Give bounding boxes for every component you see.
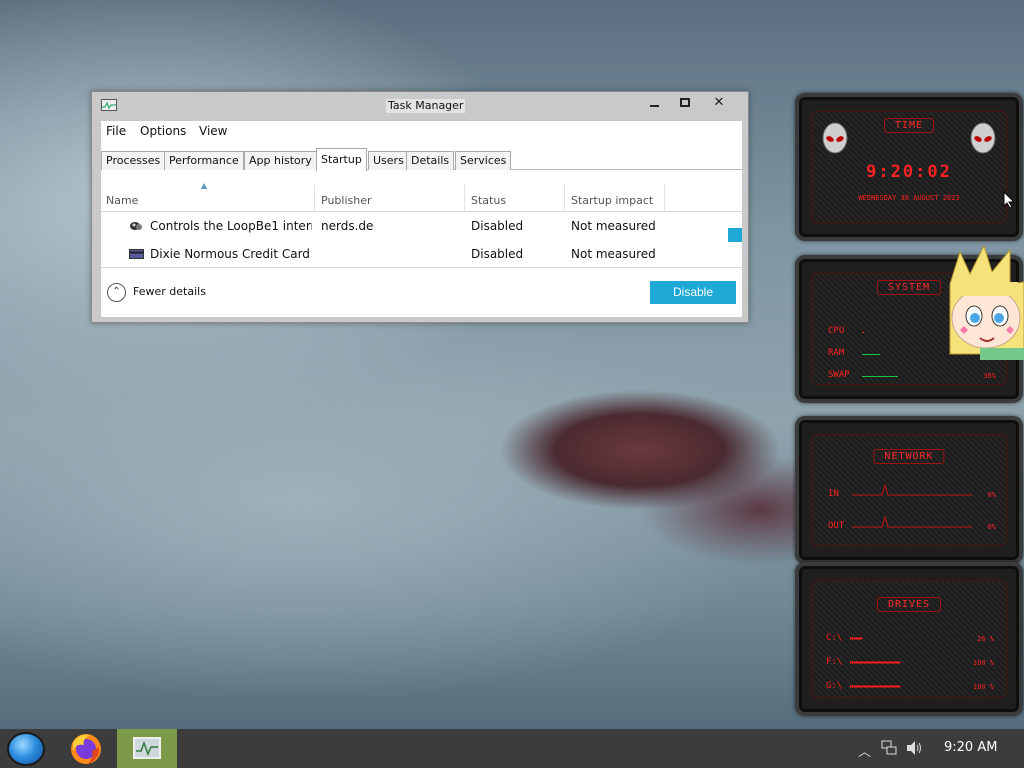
- firefox-icon: [71, 734, 101, 764]
- tab-processes[interactable]: Processes: [101, 151, 166, 170]
- menu-options[interactable]: Options: [140, 124, 186, 138]
- network-in-value: 0%: [987, 491, 996, 499]
- fewer-details-link[interactable]: Fewer details: [133, 285, 206, 298]
- minimize-button[interactable]: [640, 92, 670, 114]
- network-out-graph: [852, 515, 972, 528]
- drive-usage-bar: ▸▸▸▸▸▸▸▸▸▸▸▸▸▸▸▸▸▸▸▸▸▸▸▸▸: [850, 659, 901, 665]
- chevron-up-icon[interactable]: ⌃: [107, 283, 126, 302]
- alien-head-icon: [820, 122, 850, 156]
- network-widget: NETWORK IN 0% OUT 0%: [795, 416, 1023, 564]
- time-widget: TIME 9:20:02 WEDNESDAY 30 AUGUST 2023: [795, 93, 1023, 241]
- credit-card-icon: [129, 249, 144, 259]
- window-title: Task Manager: [386, 99, 466, 113]
- alien-head-icon: [968, 122, 998, 156]
- row-name: Controls the LoopBe1 intern...: [150, 219, 312, 233]
- column-publisher[interactable]: Publisher: [321, 194, 372, 207]
- row-impact: Not measured: [571, 219, 656, 233]
- swap-value: 36%: [983, 372, 996, 380]
- tab-app-history[interactable]: App history: [244, 151, 317, 170]
- widget-title: TIME: [883, 118, 935, 133]
- footer-bar: ⌃ Fewer details Disable: [101, 267, 742, 317]
- row-name: Dixie Normous Credit Card S...: [150, 247, 312, 261]
- drive-value: 100 %: [972, 683, 994, 691]
- widget-title: SYSTEM: [876, 280, 942, 295]
- menu-view[interactable]: View: [199, 124, 227, 138]
- date-readout: WEDNESDAY 30 AUGUST 2023: [858, 194, 960, 202]
- clock-readout: 9:20:02: [866, 162, 952, 182]
- close-button[interactable]: ✕: [704, 92, 734, 114]
- drive-label: C:\: [826, 633, 843, 643]
- widget-title: DRIVES: [876, 597, 942, 612]
- row-publisher: nerds.de: [321, 219, 374, 233]
- chevron-up-icon[interactable]: ︿: [858, 741, 871, 760]
- close-icon: ✕: [713, 95, 725, 110]
- ram-meter: [862, 354, 880, 355]
- cartoon-girl-sticker: [949, 244, 1024, 360]
- mouse-cursor-icon: [1003, 191, 1015, 209]
- tab-users[interactable]: Users: [368, 151, 409, 170]
- table-row[interactable]: Controls the LoopBe1 intern... nerds.de …: [101, 213, 742, 240]
- maximize-button[interactable]: [670, 92, 700, 114]
- tab-details[interactable]: Details: [406, 151, 455, 170]
- row-status: Disabled: [471, 219, 524, 233]
- column-status[interactable]: Status: [471, 194, 506, 207]
- column-header: ▲ Name Publisher Status Startup impact: [101, 178, 742, 212]
- firefox-button[interactable]: [64, 729, 108, 768]
- disable-button[interactable]: Disable: [650, 281, 736, 304]
- widget-panel: NETWORK IN 0% OUT 0%: [811, 434, 1007, 546]
- row-impact: Not measured: [571, 247, 656, 261]
- column-name[interactable]: Name: [106, 194, 138, 207]
- client-area: File Options View Processes Performance …: [101, 121, 742, 317]
- minimize-icon: [650, 105, 659, 107]
- cpu-meter: [862, 332, 864, 333]
- menu-bar: File Options View: [101, 121, 742, 143]
- column-divider[interactable]: [464, 185, 465, 212]
- widget-panel: DRIVES C:\ ▸▸▸▸▸▸ 26 % F:\ ▸▸▸▸▸▸▸▸▸▸▸▸▸…: [811, 580, 1007, 698]
- start-orb-icon[interactable]: [7, 732, 45, 766]
- tab-strip: Processes Performance App history Startu…: [101, 148, 742, 171]
- tab-services[interactable]: Services: [455, 151, 512, 170]
- drive-label: F:\: [826, 657, 843, 667]
- drive-usage-bar: ▸▸▸▸▸▸: [850, 635, 863, 641]
- task-manager-taskbar-button[interactable]: [117, 729, 177, 768]
- cpu-label: CPU: [828, 326, 845, 336]
- widget-panel: TIME 9:20:02 WEDNESDAY 30 AUGUST 2023: [811, 111, 1007, 223]
- network-in-label: IN: [828, 489, 839, 499]
- swap-label: SWAP: [828, 370, 850, 380]
- widget-title: NETWORK: [873, 449, 945, 464]
- drive-value: 100 %: [972, 659, 994, 667]
- sort-ascending-icon: ▲: [201, 181, 208, 190]
- column-divider[interactable]: [314, 185, 315, 212]
- drive-label: G:\: [826, 681, 843, 691]
- menu-file[interactable]: File: [106, 124, 126, 138]
- drives-widget: DRIVES C:\ ▸▸▸▸▸▸ 26 % F:\ ▸▸▸▸▸▸▸▸▸▸▸▸▸…: [795, 562, 1023, 716]
- title-bar[interactable]: Task Manager ✕: [92, 92, 748, 120]
- drive-value: 26 %: [977, 635, 994, 643]
- drive-usage-bar: ▸▸▸▸▸▸▸▸▸▸▸▸▸▸▸▸▸▸▸▸▸▸▸▸▸: [850, 683, 901, 689]
- swap-meter: [862, 376, 898, 377]
- tab-startup[interactable]: Startup: [316, 148, 367, 171]
- network-out-value: 0%: [987, 523, 996, 531]
- network-out-label: OUT: [828, 521, 845, 531]
- ram-label: RAM: [828, 348, 845, 358]
- task-manager-icon: [133, 737, 161, 759]
- taskbar: ︿ 9:20 AM: [0, 729, 1024, 768]
- network-in-graph: [852, 483, 972, 496]
- row-status: Disabled: [471, 247, 524, 261]
- maximize-icon: [680, 98, 690, 107]
- volume-icon[interactable]: [905, 740, 923, 756]
- network-icon[interactable]: [880, 740, 898, 756]
- task-manager-icon: [101, 99, 117, 111]
- tab-performance[interactable]: Performance: [164, 151, 244, 170]
- column-divider[interactable]: [564, 185, 565, 212]
- task-manager-window: Task Manager ✕ File Options View Process…: [91, 91, 749, 323]
- scrollbar-thumb[interactable]: [728, 228, 742, 242]
- column-divider[interactable]: [664, 185, 665, 212]
- taskbar-clock[interactable]: 9:20 AM: [944, 740, 997, 755]
- table-row[interactable]: Dixie Normous Credit Card S... Disabled …: [101, 241, 742, 268]
- column-startup-impact[interactable]: Startup impact: [571, 194, 653, 207]
- loopbe-app-icon: [130, 222, 142, 230]
